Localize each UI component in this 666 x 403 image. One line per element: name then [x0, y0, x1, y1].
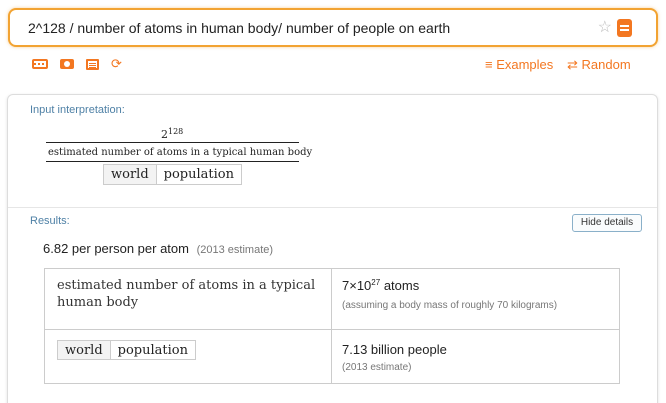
result-value: 6.82 per person per atom (2013 estimate)	[43, 241, 273, 256]
fraction-bar	[46, 142, 299, 143]
table-row1-label: estimated number of atoms in a typical h…	[57, 278, 316, 310]
result-value-note: (2013 estimate)	[196, 244, 274, 256]
results-title: Results:	[30, 215, 70, 227]
table-row-divider	[45, 329, 619, 330]
camera-icon[interactable]	[60, 59, 74, 69]
document-icon[interactable]	[86, 58, 99, 70]
atom-count-value: 7×1027 atoms	[342, 278, 420, 293]
compute-button[interactable]	[617, 19, 632, 37]
table-column-divider	[331, 269, 332, 383]
results-panel: Input interpretation: 2128 estimated num…	[7, 94, 658, 403]
input-toolbar: ⟳	[32, 57, 125, 71]
search-input[interactable]: 2^128 / number of atoms in human body/ n…	[28, 20, 450, 36]
share-icon[interactable]: ⟳	[111, 57, 125, 70]
pod-divider	[8, 207, 657, 208]
fraction-numerator: 2128	[161, 127, 184, 141]
search-bar[interactable]: 2^128 / number of atoms in human body/ n…	[8, 8, 658, 47]
row2-tag-population: population	[117, 343, 188, 358]
hide-details-button[interactable]: Hide details	[572, 214, 642, 232]
entity-tag: world population	[103, 164, 242, 185]
keyboard-icon[interactable]	[32, 59, 48, 69]
table-row1-value: 7×1027 atoms (assuming a body mass of ro…	[342, 278, 612, 312]
row2-entity-tag: world population	[57, 340, 196, 360]
atom-count-note: (assuming a body mass of roughly 70 kilo…	[342, 300, 558, 311]
input-interpretation-title: Input interpretation:	[30, 104, 125, 116]
table-row2-value: 7.13 billion people (2013 estimate)	[342, 342, 612, 374]
row2-tag-world: world	[58, 341, 111, 359]
population-note: (2013 estimate)	[342, 362, 412, 373]
population-value: 7.13 billion people	[342, 342, 447, 357]
result-value-text: 6.82 per person per atom	[43, 241, 189, 256]
tag-population: population	[163, 167, 234, 182]
random-link[interactable]: ⇄ Random	[567, 57, 631, 73]
fraction-denominator: estimated number of atoms in a typical h…	[48, 147, 313, 158]
details-table: estimated number of atoms in a typical h…	[44, 268, 620, 384]
examples-link[interactable]: ≡ Examples	[485, 57, 553, 72]
star-icon[interactable]: ☆	[598, 17, 612, 37]
tag-world: world	[104, 165, 157, 184]
fraction-bar-lower	[46, 161, 299, 162]
